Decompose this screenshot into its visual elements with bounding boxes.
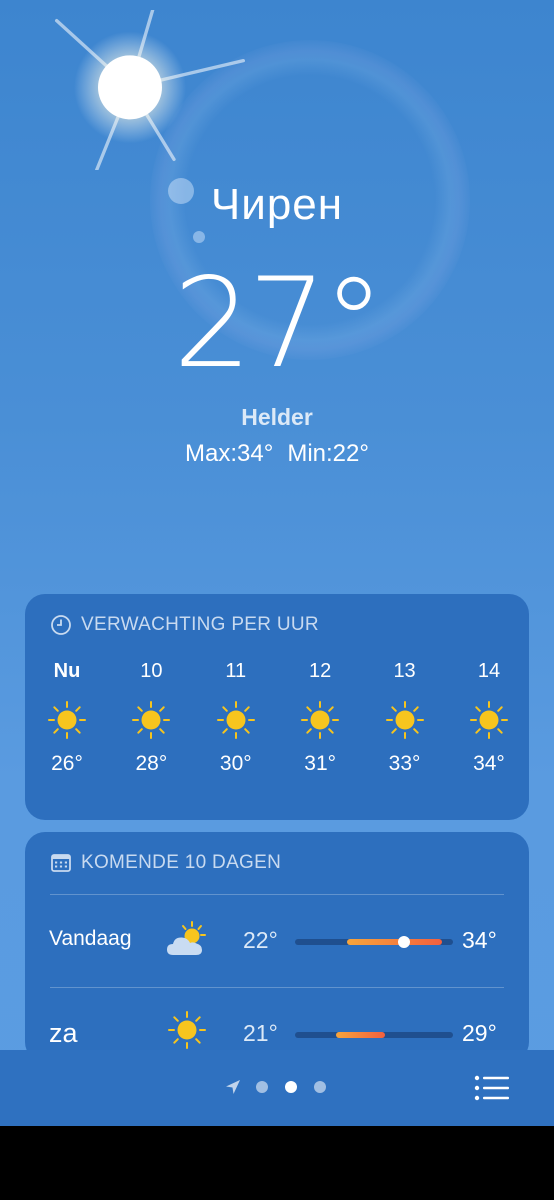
hour-item: 12 31° <box>296 656 344 776</box>
weather-screen: Чирен 27° Helder Max:34° Min:22° VERWACHT… <box>0 0 554 1200</box>
daily-header: KOMENDE 10 DAGEN <box>25 832 529 894</box>
max-min-temperature: Max:34° Min:22° <box>0 440 554 468</box>
hour-item: 13 33° <box>381 656 429 776</box>
sun-icon <box>385 700 425 740</box>
hour-time: 14 <box>477 660 501 682</box>
hour-temp: 33° <box>388 752 421 775</box>
hour-temp: 31° <box>304 752 337 775</box>
clock-icon <box>51 615 71 635</box>
hourly-list: Nu 26° 10 28° 11 30° 12 31° 13 33° 14 34… <box>25 656 529 776</box>
current-temperature-dot <box>397 936 410 948</box>
day-name: Vandaag <box>49 927 132 950</box>
hour-time: 13 <box>393 660 416 682</box>
hour-time: 12 <box>309 660 332 682</box>
calendar-icon <box>51 854 71 872</box>
day-low-temp: 22° <box>243 927 278 953</box>
bottom-toolbar <box>0 1050 554 1126</box>
hour-time: 11 <box>225 660 247 682</box>
hour-temp: 34° <box>473 752 505 775</box>
page-indicator[interactable] <box>224 1078 343 1096</box>
page-dot[interactable] <box>314 1081 326 1093</box>
day-low-temp: 21° <box>243 1020 278 1046</box>
daily-header-label: KOMENDE 10 DAGEN <box>81 852 282 873</box>
hour-temp: 26° <box>51 752 83 775</box>
hour-item: 14 34° <box>465 656 513 776</box>
min-temperature: Min:22° <box>287 440 369 467</box>
page-dot-active[interactable] <box>285 1081 297 1093</box>
sun-icon <box>300 700 340 740</box>
hour-time: Nu <box>53 660 81 682</box>
sun-icon <box>216 700 256 740</box>
current-condition: Helder <box>241 404 313 430</box>
temperature-range-fill <box>336 1032 386 1038</box>
hourly-header: VERWACHTING PER UUR <box>25 594 529 656</box>
hour-item: 11 30° <box>212 656 260 776</box>
hour-time: 10 <box>140 660 163 682</box>
sun-icon <box>131 700 171 740</box>
daily-forecast-card[interactable]: KOMENDE 10 DAGEN Vandaag 22° 34° za 21° … <box>25 832 529 1062</box>
hourly-forecast-card[interactable]: VERWACHTING PER UUR Nu 26° 10 28° 11 30°… <box>25 594 529 820</box>
temperature-range-bar <box>295 1032 453 1038</box>
big-sun-icon <box>55 10 245 170</box>
sun-icon <box>167 1010 207 1050</box>
temperature-range-fill <box>347 939 442 945</box>
max-temperature: Max:34° <box>185 440 274 467</box>
day-name: za <box>49 1018 78 1048</box>
hour-item: Nu 26° <box>43 656 91 776</box>
hour-item: 10 28° <box>127 656 175 776</box>
temperature-range-bar <box>295 936 453 948</box>
hour-temp: 28° <box>135 752 168 775</box>
current-temperature: 27° <box>173 252 385 396</box>
system-navigation-bar <box>0 1126 554 1200</box>
day-high-temp: 34° <box>462 927 497 953</box>
day-high-temp: 29° <box>462 1020 497 1046</box>
day-row-today[interactable]: Vandaag 22° 34° <box>25 895 529 987</box>
partly-cloudy-icon <box>167 921 206 955</box>
sun-icon <box>47 700 87 740</box>
hour-temp: 30° <box>219 752 252 775</box>
sun-icon <box>469 700 509 740</box>
light-orb <box>193 231 205 243</box>
location-arrow-icon[interactable] <box>224 1078 242 1096</box>
city-name: Чирен <box>210 180 344 229</box>
hourly-header-label: VERWACHTING PER UUR <box>81 614 319 635</box>
list-icon[interactable] <box>474 1074 510 1102</box>
page-dot[interactable] <box>256 1081 268 1093</box>
